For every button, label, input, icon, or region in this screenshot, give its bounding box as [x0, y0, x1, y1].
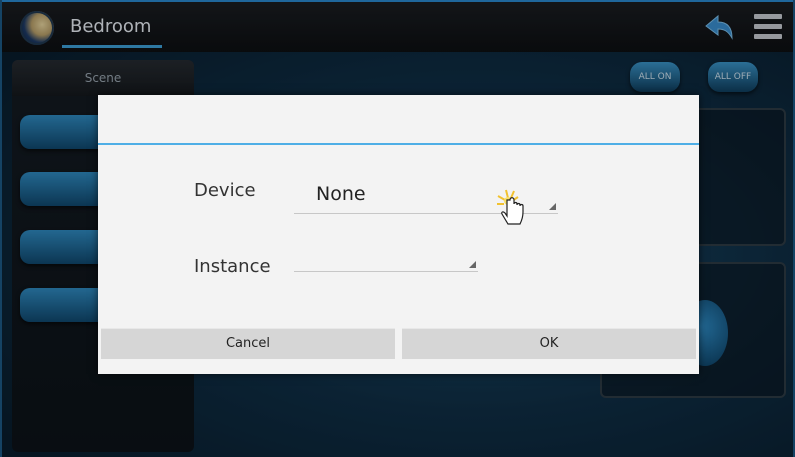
device-label: Device: [194, 180, 256, 201]
hand-cursor-icon: [497, 189, 524, 225]
dialog-divider: [98, 143, 699, 145]
instance-dropdown[interactable]: [294, 247, 478, 272]
cancel-button[interactable]: Cancel: [101, 328, 395, 359]
dialog-title-area: [98, 95, 699, 143]
device-select-dialog: Device None Instance Cancel OK: [98, 95, 699, 374]
device-dropdown-value: None: [316, 183, 366, 205]
instance-label: Instance: [194, 256, 271, 277]
dropdown-arrow-icon: [469, 261, 476, 268]
dropdown-arrow-icon: [549, 203, 556, 210]
ok-button[interactable]: OK: [402, 328, 696, 359]
